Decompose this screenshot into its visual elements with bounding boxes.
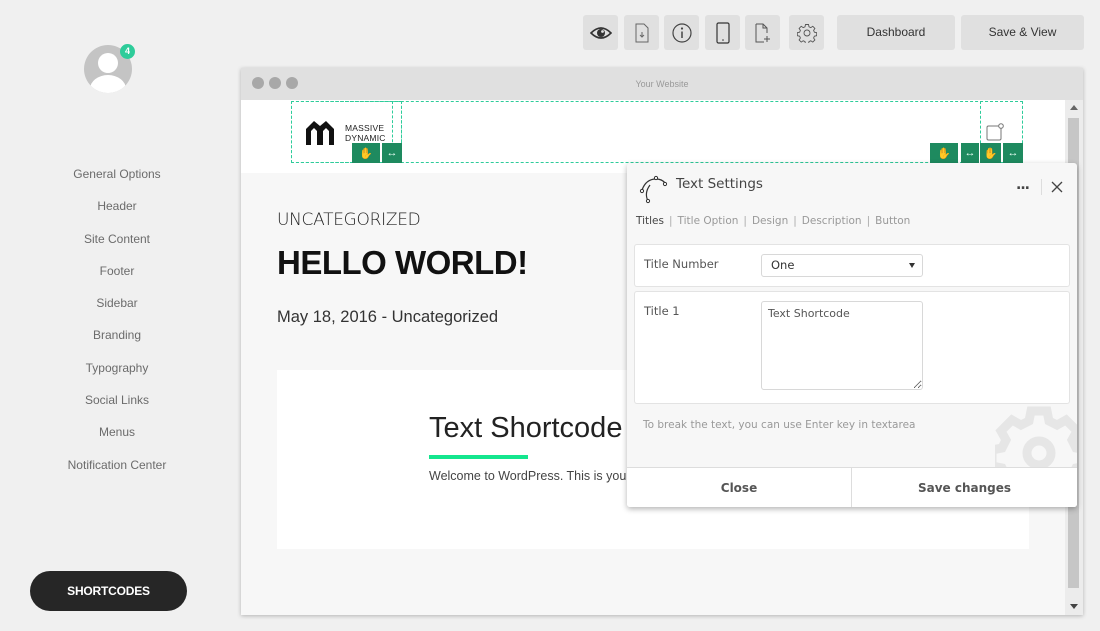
avatar-body xyxy=(90,75,126,93)
tab-separator: | xyxy=(668,215,673,227)
close-icon[interactable] xyxy=(1050,180,1064,194)
resize-handle[interactable]: ↔ xyxy=(1003,143,1023,163)
tab-titles[interactable]: Titles xyxy=(636,215,664,227)
tab-description[interactable]: Description xyxy=(802,215,862,227)
post-meta: May 18, 2016 - Uncategorized xyxy=(277,308,499,326)
tab-separator: | xyxy=(793,215,797,227)
scroll-down-arrow-icon[interactable] xyxy=(1070,604,1078,609)
logo-line-1: MASSIVE xyxy=(345,123,385,133)
info-icon xyxy=(671,22,692,43)
drag-handle[interactable]: ✋ xyxy=(352,143,380,163)
tab-design[interactable]: Design xyxy=(752,215,788,227)
hand-icon: ✋ xyxy=(937,147,951,160)
tablet-icon xyxy=(715,21,730,44)
text-settings-panel: Text Settings ... Titles | Title Option | De… xyxy=(627,163,1077,507)
tab-button[interactable]: Button xyxy=(875,215,910,227)
post-title: HELLO WORLD! xyxy=(277,244,528,281)
sidebar-item-header[interactable]: Header xyxy=(32,192,202,224)
column-divider-outline xyxy=(392,101,402,147)
sidebar-item-sidebar[interactable]: Sidebar xyxy=(32,289,202,321)
title-underline xyxy=(429,455,528,459)
tab-separator: | xyxy=(743,215,747,227)
hand-icon: ✋ xyxy=(359,147,373,160)
tab-title-option[interactable]: Title Option xyxy=(678,215,739,227)
sidebar-item-typography[interactable]: Typography xyxy=(32,354,202,386)
post-category: UNCATEGORIZED xyxy=(277,210,421,230)
tab-separator: | xyxy=(866,215,871,227)
drag-handle[interactable]: ✋ xyxy=(930,143,958,163)
notification-badge: 4 xyxy=(120,44,135,59)
new-page-button[interactable] xyxy=(745,15,780,50)
settings-button[interactable] xyxy=(789,15,824,50)
resize-handle[interactable]: ↔ xyxy=(961,143,979,163)
sidebar-nav: General Options Header Site Content Foot… xyxy=(32,160,202,483)
bezier-pen-icon xyxy=(639,175,668,204)
responsive-preview-button[interactable] xyxy=(705,15,740,50)
browser-title: Your Website xyxy=(635,79,689,89)
dashboard-button[interactable]: Dashboard xyxy=(837,15,955,50)
panel-footer: Close Save changes xyxy=(627,467,1077,507)
avatar-head xyxy=(98,53,118,73)
header-divider xyxy=(1041,179,1042,195)
panel-title: Text Settings xyxy=(676,176,763,192)
eye-icon xyxy=(589,26,612,39)
dropdown-arrow-icon xyxy=(909,263,915,268)
download-file-icon xyxy=(635,23,648,42)
title-1-label: Title 1 xyxy=(644,304,680,318)
browser-titlebar: Your Website xyxy=(241,68,1083,100)
info-button[interactable] xyxy=(664,15,699,50)
shortcode-description: Welcome to WordPress. This is your xyxy=(429,469,631,483)
shortcodes-button[interactable]: SHORTCODES xyxy=(30,571,187,611)
sidebar-item-site-content[interactable]: Site Content xyxy=(32,225,202,257)
horizontal-arrows-icon: ↔ xyxy=(386,147,398,159)
logo-line-2: DYNAMIC xyxy=(345,133,386,143)
save-changes-button[interactable]: Save changes xyxy=(852,468,1077,507)
sidebar-item-menus[interactable]: Menus xyxy=(32,418,202,450)
sidebar-item-notification-center[interactable]: Notification Center xyxy=(32,451,202,483)
drag-handle[interactable]: ✋ xyxy=(980,143,1001,163)
massive-dynamic-logo-icon xyxy=(306,121,334,145)
more-options-button[interactable]: ... xyxy=(1016,177,1030,193)
horizontal-arrows-icon: ↔ xyxy=(1007,147,1019,159)
title-1-textarea[interactable]: Text Shortcode xyxy=(761,301,923,390)
resize-handle[interactable]: ↔ xyxy=(382,143,402,163)
sidebar-item-social-links[interactable]: Social Links xyxy=(32,386,202,418)
title-1-field: Title 1 Text Shortcode xyxy=(634,291,1070,404)
close-button[interactable]: Close xyxy=(627,468,852,507)
title-number-field: Title Number One xyxy=(634,244,1070,287)
add-element-icon[interactable] xyxy=(986,123,1004,141)
sidebar-item-footer[interactable]: Footer xyxy=(32,257,202,289)
gear-icon xyxy=(796,23,817,43)
horizontal-arrows-icon: ↔ xyxy=(964,147,976,159)
title-number-label: Title Number xyxy=(644,257,719,271)
add-file-icon xyxy=(755,23,770,42)
save-and-view-button[interactable]: Save & View xyxy=(961,15,1084,50)
preview-button[interactable] xyxy=(583,15,618,50)
settings-tabs: Titles | Title Option | Design | Description | B… xyxy=(636,215,910,227)
hint-text: To break the text, you can use Enter key… xyxy=(643,419,916,431)
select-value: One xyxy=(771,258,795,272)
logo-text: MASSIVE DYNAMIC xyxy=(345,123,386,143)
shortcode-title: Text Shortcode xyxy=(429,412,623,444)
sidebar-item-general-options[interactable]: General Options xyxy=(32,160,202,192)
hand-icon: ✋ xyxy=(983,147,998,160)
scroll-up-arrow-icon[interactable] xyxy=(1070,105,1078,110)
sidebar-item-branding[interactable]: Branding xyxy=(32,321,202,353)
title-number-select[interactable]: One xyxy=(761,254,923,277)
import-button[interactable] xyxy=(624,15,659,50)
